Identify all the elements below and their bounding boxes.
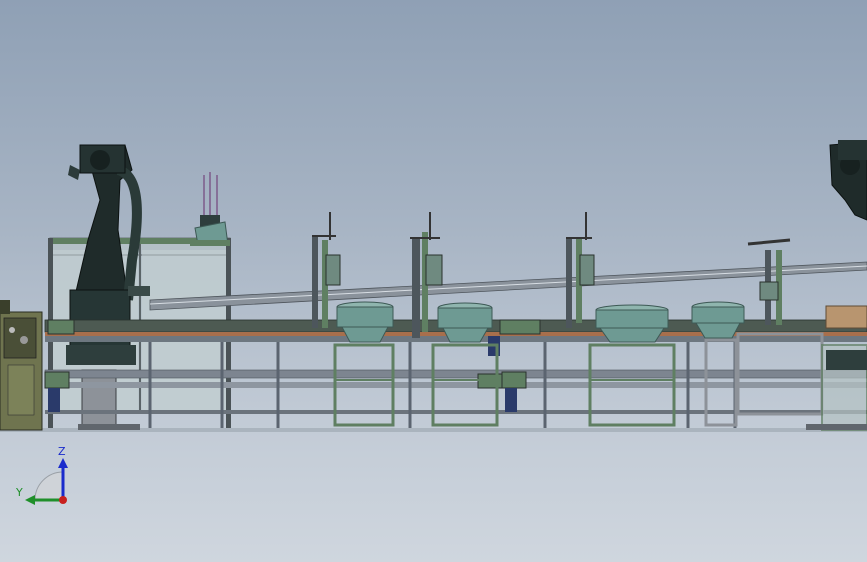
z-axis-arrow <box>58 458 68 468</box>
pick-place-tower-1[interactable] <box>312 212 341 328</box>
z-axis-label: Z <box>58 445 66 458</box>
x-axis-dot <box>59 496 67 504</box>
coordinate-triad[interactable]: Z Y <box>15 445 68 505</box>
pick-place-tower-2[interactable] <box>410 212 443 338</box>
control-cabinet[interactable] <box>0 300 43 431</box>
y-axis-arrow <box>25 495 35 505</box>
pick-place-tower-3[interactable] <box>566 212 595 328</box>
bowl-feeder-1[interactable] <box>333 301 395 427</box>
bowl-feeder-2[interactable] <box>431 302 499 427</box>
assembly-line-model[interactable]: Z Y <box>0 0 867 562</box>
bowl-feeder-4[interactable] <box>691 301 745 427</box>
marking-unit[interactable] <box>190 172 230 246</box>
robot-arm-right[interactable] <box>829 140 867 221</box>
pick-place-tower-4[interactable] <box>747 238 791 325</box>
3d-viewport[interactable]: Z Y <box>0 0 867 562</box>
upper-inclined-rail <box>149 261 867 311</box>
y-axis-label: Y <box>15 486 23 499</box>
bowl-feeder-3[interactable] <box>588 304 676 427</box>
